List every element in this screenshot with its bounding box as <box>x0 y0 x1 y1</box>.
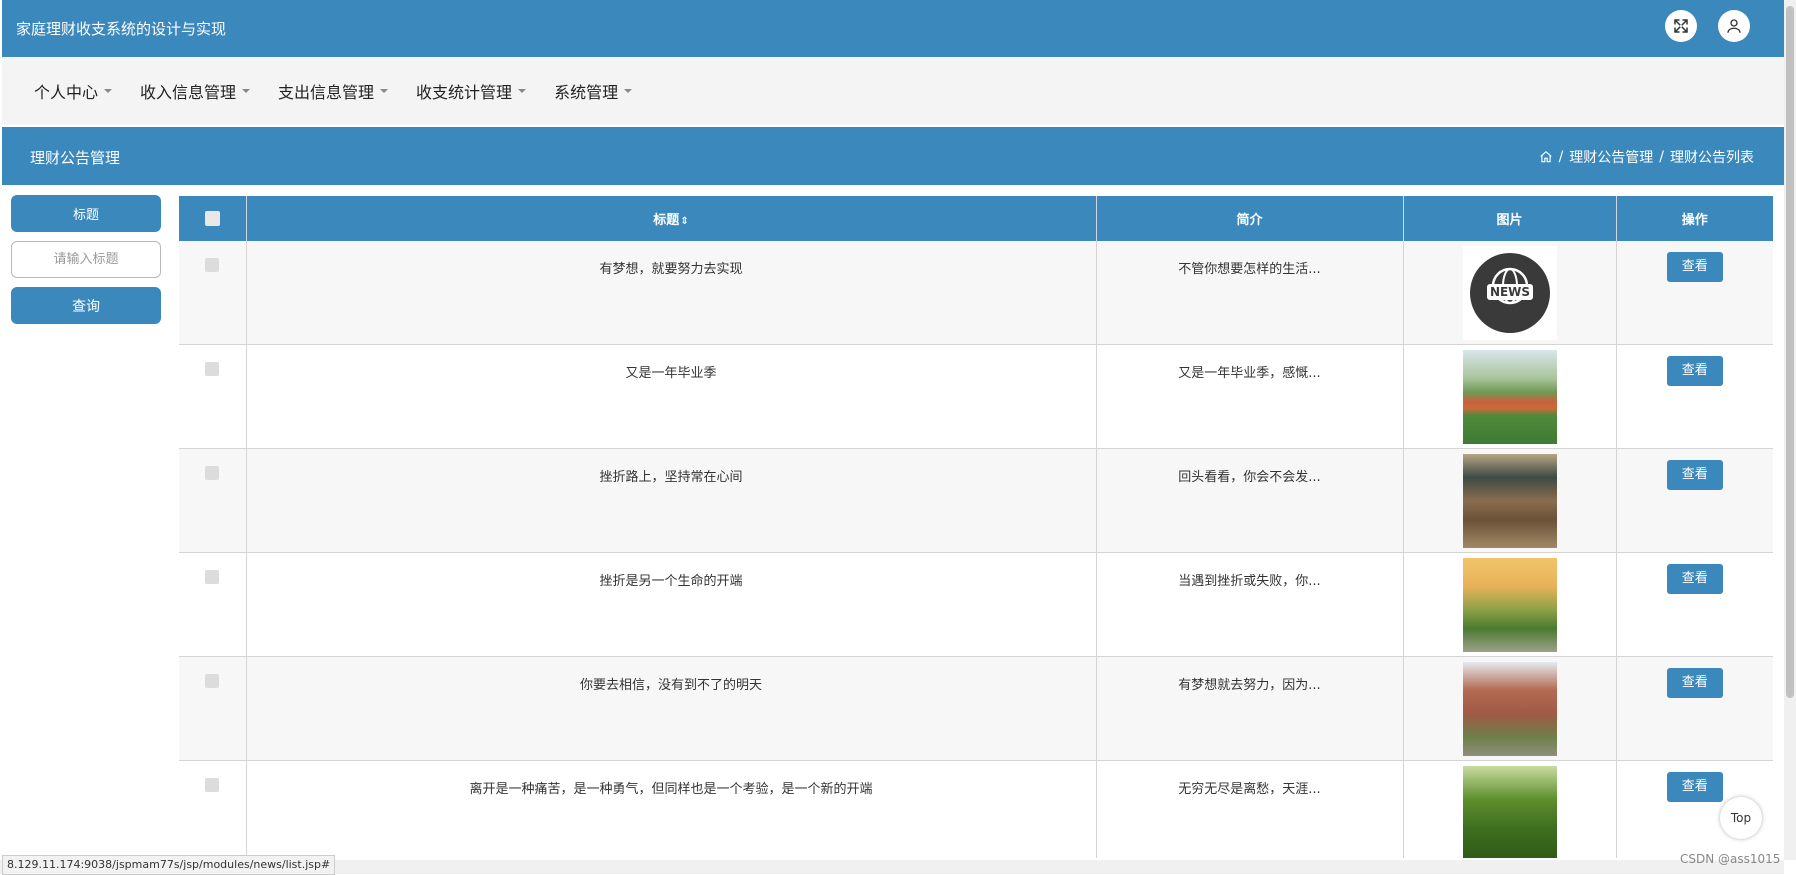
column-header-action: 操作 <box>1616 196 1773 241</box>
campus-building-image <box>1462 662 1557 756</box>
caret-down-icon <box>624 89 633 93</box>
campus-field-image <box>1462 350 1557 444</box>
home-icon[interactable] <box>1539 150 1553 164</box>
fullscreen-button[interactable] <box>1665 10 1697 42</box>
table-row: 又是一年毕业季 又是一年毕业季，感慨... 查看 <box>179 344 1773 449</box>
column-header-summary: 简介 <box>1096 196 1404 241</box>
view-button[interactable]: 查看 <box>1666 772 1723 802</box>
vertical-scrollbar[interactable] <box>1784 0 1796 860</box>
nav-item-personal-center[interactable]: 个人中心 <box>34 79 113 103</box>
search-panel: 标题 查询 <box>11 195 161 324</box>
app-title: 家庭理财收支系统的设计与实现 <box>16 20 227 38</box>
row-title: 离开是一种痛苦，是一种勇气，但同样也是一个考验，是一个新的开端 <box>469 782 873 797</box>
breadcrumb-separator: / <box>1558 149 1564 165</box>
view-button[interactable]: 查看 <box>1666 252 1723 282</box>
expand-icon <box>1674 19 1688 33</box>
main-nav: 个人中心 收入信息管理 支出信息管理 收支统计管理 系统管理 <box>2 57 1784 125</box>
top-header: 家庭理财收支系统的设计与实现 <box>2 0 1784 57</box>
row-summary: 回头看看，你会不会发... <box>1178 470 1321 485</box>
caret-down-icon <box>104 89 113 93</box>
caret-down-icon <box>380 89 389 93</box>
select-all-checkbox[interactable] <box>204 211 220 226</box>
row-title: 有梦想，就要努力去实现 <box>599 262 743 277</box>
view-button[interactable]: 查看 <box>1666 356 1723 386</box>
table-row: 有梦想，就要努力去实现 不管你想要怎样的生活... NEWS 查看 <box>179 241 1773 345</box>
row-checkbox[interactable] <box>205 466 220 480</box>
search-label: 标题 <box>11 195 161 232</box>
campus-sunset-image <box>1462 558 1557 652</box>
svg-text:NEWS: NEWS <box>1489 285 1529 299</box>
nav-item-income[interactable]: 收入信息管理 <box>140 79 251 103</box>
table-row: 挫折是另一个生命的开端 当遇到挫折或失败，你... 查看 <box>179 552 1773 657</box>
view-button[interactable]: 查看 <box>1666 668 1723 698</box>
classroom-image <box>1462 454 1557 548</box>
row-summary: 不管你想要怎样的生活... <box>1178 262 1321 277</box>
row-title: 你要去相信，没有到不了的明天 <box>579 678 762 693</box>
breadcrumb: / 理财公告管理 / 理财公告列表 <box>1539 147 1754 167</box>
watermark-text: CSDN @ass1015 <box>1680 852 1781 866</box>
row-title: 又是一年毕业季 <box>625 366 717 381</box>
row-summary: 有梦想就去努力，因为... <box>1178 678 1321 693</box>
caret-down-icon <box>518 89 527 93</box>
table-row: 离开是一种痛苦，是一种勇气，但同样也是一个考验，是一个新的开端 无穷无尽是离愁，… <box>179 760 1773 858</box>
row-checkbox[interactable] <box>205 258 220 272</box>
notice-table: 标题⇕ 简介 图片 操作 有梦想，就要努力去实现 不管你想要怎样的生活... N… <box>179 196 1773 858</box>
row-title: 挫折路上，坚持常在心间 <box>599 470 743 485</box>
sort-icon: ⇕ <box>680 216 689 227</box>
tree-path-image <box>1462 766 1557 858</box>
page-title: 理财公告管理 <box>30 149 121 167</box>
column-header-image: 图片 <box>1403 196 1617 241</box>
table-row: 挫折路上，坚持常在心间 回头看看，你会不会发... 查看 <box>179 448 1773 553</box>
row-checkbox[interactable] <box>205 362 220 376</box>
user-menu-button[interactable] <box>1718 10 1750 42</box>
breadcrumb-separator: / <box>1659 149 1664 165</box>
scrollbar-thumb[interactable] <box>1786 6 1794 698</box>
caret-down-icon <box>242 89 251 93</box>
search-button[interactable]: 查询 <box>11 287 161 324</box>
row-summary: 又是一年毕业季，感慨... <box>1178 366 1321 381</box>
row-title: 挫折是另一个生命的开端 <box>599 574 743 589</box>
row-checkbox[interactable] <box>205 674 220 688</box>
column-header-title[interactable]: 标题⇕ <box>246 196 1097 241</box>
breadcrumb-level1[interactable]: 理财公告管理 <box>1569 147 1653 167</box>
breadcrumb-level2: 理财公告列表 <box>1670 150 1754 166</box>
nav-item-system[interactable]: 系统管理 <box>554 79 633 103</box>
select-all-cell <box>179 196 247 241</box>
row-checkbox[interactable] <box>205 570 220 584</box>
row-checkbox[interactable] <box>205 778 220 792</box>
back-to-top-button[interactable]: Top <box>1720 797 1762 839</box>
row-summary: 无穷无尽是离愁，天涯... <box>1178 782 1321 797</box>
user-icon <box>1727 19 1741 33</box>
status-bar-url: 8.129.11.174:9038/jspmam77s/jsp/modules/… <box>2 855 336 875</box>
view-button[interactable]: 查看 <box>1666 460 1723 490</box>
view-button[interactable]: 查看 <box>1666 564 1723 594</box>
table-header-row: 标题⇕ 简介 图片 操作 <box>179 196 1773 241</box>
breadcrumb-bar: 理财公告管理 / 理财公告管理 / 理财公告列表 <box>2 127 1784 185</box>
table-row: 你要去相信，没有到不了的明天 有梦想就去努力，因为... 查看 <box>179 656 1773 761</box>
nav-item-expense[interactable]: 支出信息管理 <box>278 79 389 103</box>
nav-item-statistics[interactable]: 收支统计管理 <box>416 79 527 103</box>
title-search-input[interactable] <box>11 241 161 278</box>
row-summary: 当遇到挫折或失败，你... <box>1178 574 1321 589</box>
news-logo-image: NEWS <box>1462 246 1557 340</box>
